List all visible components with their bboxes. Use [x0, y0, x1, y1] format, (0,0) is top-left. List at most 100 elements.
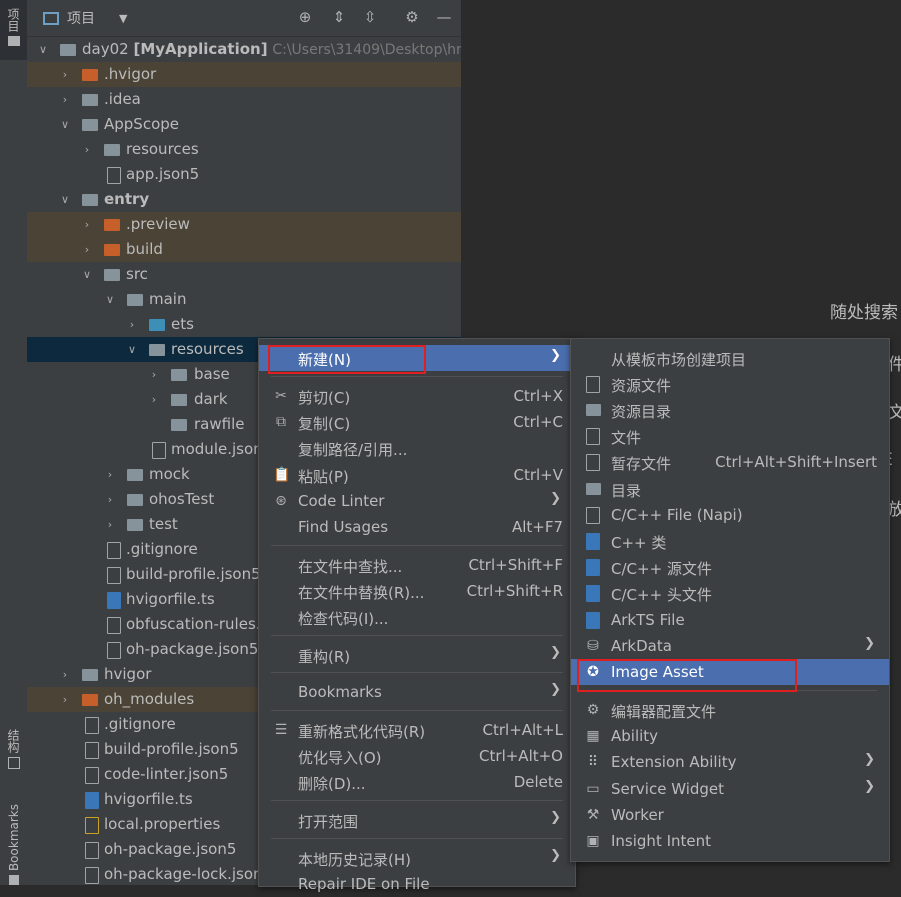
submenu-item-editorconfig[interactable]: ⚙ 编辑器配置文件 [571, 697, 889, 723]
reformat-icon: ☰ [274, 722, 288, 738]
folder-icon [82, 94, 98, 106]
submenu-item-file[interactable]: 文件 [571, 423, 889, 449]
menu-item-label: 编辑器配置文件 [611, 703, 717, 721]
chevron-down-icon[interactable]: ∨ [58, 187, 72, 212]
menu-item-find-usages[interactable]: Find Usages Alt+F7 [259, 514, 575, 540]
chevron-right-icon[interactable]: › [80, 212, 94, 237]
submenu-item-cpp-class[interactable]: C++ 类 [571, 528, 889, 554]
chevron-right-icon[interactable]: › [80, 237, 94, 262]
tree-item[interactable]: ∨ main [27, 287, 461, 312]
locate-icon[interactable]: ⊕ [296, 8, 314, 26]
minimize-icon[interactable]: — [435, 8, 453, 26]
submenu-item-service-widget[interactable]: ▭ Service Widget ❯ [571, 776, 889, 802]
menu-item-copy-path[interactable]: 复制路径/引用... [259, 435, 575, 461]
submenu-item-arkdata[interactable]: ⛁ ArkData ❯ [571, 633, 889, 659]
menu-item-label: C/C++ 头文件 [611, 586, 712, 604]
chevron-right-icon[interactable]: › [103, 512, 117, 537]
chevron-down-icon[interactable]: ∨ [80, 262, 94, 287]
structure-tool-tab[interactable]: 结构 [0, 725, 27, 769]
tree-item-label: .preview [126, 215, 190, 233]
tree-item-label: oh-package.json5 [104, 840, 237, 858]
expand-all-icon[interactable]: ⇕ [330, 8, 348, 26]
submenu-item-cpp-source[interactable]: C/C++ 源文件 [571, 554, 889, 580]
structure-tool-tab-label: 结构 [6, 729, 20, 753]
project-tool-tab[interactable]: 项目 [0, 0, 27, 60]
new-submenu: 从模板市场创建项目 资源文件 资源目录 文件 暂存文件 Ctrl+Alt+Shi… [570, 338, 890, 862]
menu-item-delete[interactable]: 删除(D)... Delete [259, 769, 575, 795]
tree-item-label: .idea [104, 90, 141, 108]
tree-item-label: local.properties [104, 815, 221, 833]
submenu-item-directory[interactable]: 目录 [571, 476, 889, 502]
tree-item[interactable]: › .hvigor [27, 62, 461, 87]
tree-item[interactable]: › ets [27, 312, 461, 337]
chevron-down-icon[interactable]: ∨ [125, 337, 139, 362]
tree-item[interactable]: ∨ entry [27, 187, 461, 212]
submenu-item-template-market[interactable]: 从模板市场创建项目 [571, 345, 889, 371]
collapse-all-icon[interactable]: ⇳ [361, 8, 379, 26]
chevron-right-icon[interactable]: › [58, 87, 72, 112]
submenu-item-cpp-napi[interactable]: C/C++ File (Napi) [571, 502, 889, 528]
tree-item[interactable]: ∨ src [27, 262, 461, 287]
menu-item-label: 重新格式化代码(R) [298, 723, 426, 741]
project-tool-tab-label: 项目 [6, 8, 20, 32]
clipboard-icon: 📋 [273, 467, 291, 483]
chevron-right-icon[interactable]: › [125, 312, 139, 337]
menu-item-open-in[interactable]: 打开范围 ❯ [259, 807, 575, 833]
menu-item-copy[interactable]: ⧉ 复制(C) Ctrl+C [259, 409, 575, 435]
tree-item[interactable]: ∨ AppScope [27, 112, 461, 137]
submenu-item-resource-directory[interactable]: 资源目录 [571, 397, 889, 423]
submenu-item-arkts-file[interactable]: ArkTS File [571, 607, 889, 633]
chevron-right-icon[interactable]: › [147, 387, 161, 412]
submenu-item-scratch-file[interactable]: 暂存文件 Ctrl+Alt+Shift+Insert [571, 449, 889, 475]
chevron-right-icon: ❯ [864, 779, 875, 794]
chevron-down-icon[interactable]: ∨ [36, 37, 50, 62]
menu-item-bookmarks[interactable]: Bookmarks ❯ [259, 679, 575, 705]
tree-item-label: oh-package-lock.json5 [104, 865, 273, 883]
menu-item-label: 打开范围 [298, 813, 359, 831]
chevron-right-icon[interactable]: › [80, 137, 94, 162]
menu-item-replace-in-files[interactable]: 在文件中替换(R)... Ctrl+Shift+R [259, 578, 575, 604]
submenu-item-extension-ability[interactable]: ⠿ Extension Ability ❯ [571, 749, 889, 775]
menu-item-code-linter[interactable]: ⊛ Code Linter ❯ [259, 488, 575, 514]
gear-icon: ⚙ [586, 702, 600, 718]
submenu-item-resource-file[interactable]: 资源文件 [571, 371, 889, 397]
menu-separator [271, 376, 563, 377]
menu-item-cut[interactable]: ✂ 剪切(C) Ctrl+X [259, 383, 575, 409]
chevron-right-icon[interactable]: › [103, 487, 117, 512]
tree-item[interactable]: › .preview [27, 212, 461, 237]
submenu-item-cpp-header[interactable]: C/C++ 头文件 [571, 580, 889, 606]
submenu-item-insight-intent[interactable]: ▣ Insight Intent [571, 828, 889, 854]
bookmarks-tool-tab[interactable]: Bookmarks [0, 800, 27, 886]
chevron-down-icon[interactable]: ∨ [103, 287, 117, 312]
chevron-right-icon[interactable]: › [58, 662, 72, 687]
tree-item[interactable]: › .idea [27, 87, 461, 112]
scratch-file-icon [586, 454, 600, 471]
tree-root[interactable]: ∨ day02 [MyApplication] C:\Users\31409\D… [27, 37, 461, 62]
chevron-right-icon[interactable]: › [58, 687, 72, 712]
chevron-down-icon[interactable]: ∨ [58, 112, 72, 137]
tree-item[interactable]: › resources [27, 137, 461, 162]
folder-icon [149, 344, 165, 356]
tree-item[interactable]: app.json5 [27, 162, 461, 187]
menu-item-local-history[interactable]: 本地历史记录(H) ❯ [259, 845, 575, 871]
submenu-item-ability[interactable]: ▦ Ability [571, 723, 889, 749]
menu-item-paste[interactable]: 📋 粘贴(P) Ctrl+V [259, 462, 575, 488]
json-file-icon [107, 642, 121, 659]
menu-item-refactor[interactable]: 重构(R) ❯ [259, 642, 575, 668]
chevron-right-icon: ❯ [550, 848, 561, 863]
menu-item-repair-ide[interactable]: Repair IDE on File [259, 871, 575, 897]
submenu-item-worker[interactable]: ⚒ Worker [571, 802, 889, 828]
tree-item[interactable]: › build [27, 237, 461, 262]
chevron-right-icon[interactable]: › [147, 362, 161, 387]
root-path: C:\Users\31409\Desktop\hm [272, 42, 462, 58]
chevron-right-icon[interactable]: › [58, 62, 72, 87]
menu-item-reformat-code[interactable]: ☰ 重新格式化代码(R) Ctrl+Alt+L [259, 717, 575, 743]
tree-item-label: base [194, 365, 230, 383]
menu-item-optimize-imports[interactable]: 优化导入(O) Ctrl+Alt+O [259, 743, 575, 769]
gear-icon[interactable]: ⚙ [403, 8, 421, 26]
chevron-right-icon[interactable]: › [103, 462, 117, 487]
menu-item-inspect-code[interactable]: 检查代码(I)... [259, 604, 575, 630]
project-panel-header: 项目 ▼ ⊕ ⇕ ⇳ ⚙ — [27, 0, 461, 37]
menu-item-find-in-files[interactable]: 在文件中查找... Ctrl+Shift+F [259, 552, 575, 578]
project-view-selector[interactable]: 项目 ▼ [43, 8, 127, 28]
